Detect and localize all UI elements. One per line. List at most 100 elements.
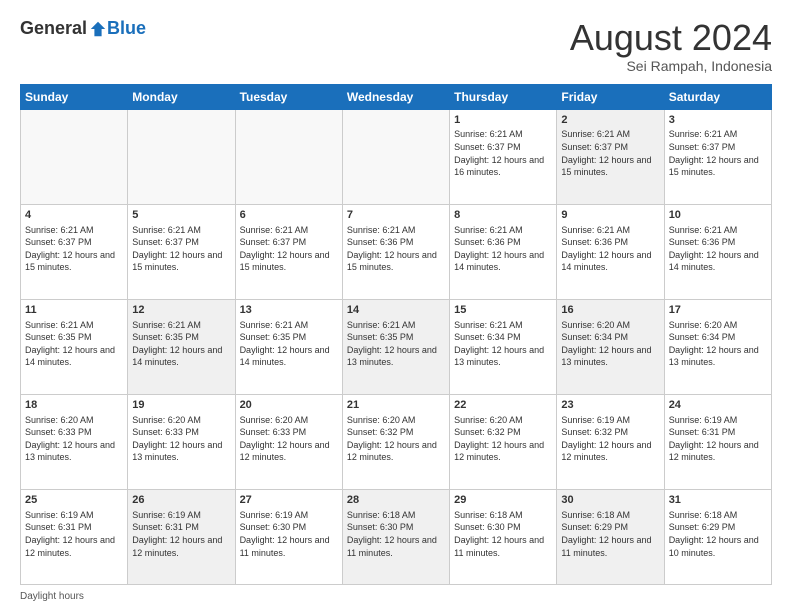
day-info: Sunrise: 6:19 AM Sunset: 6:31 PM Dayligh… [132, 509, 230, 559]
day-info: Sunrise: 6:21 AM Sunset: 6:36 PM Dayligh… [561, 224, 659, 274]
day-number: 27 [240, 493, 338, 508]
day-info: Sunrise: 6:19 AM Sunset: 6:31 PM Dayligh… [25, 509, 123, 559]
calendar-cell [342, 109, 449, 204]
calendar-cell: 1Sunrise: 6:21 AM Sunset: 6:37 PM Daylig… [450, 109, 557, 204]
day-number: 12 [132, 303, 230, 318]
calendar-cell: 7Sunrise: 6:21 AM Sunset: 6:36 PM Daylig… [342, 204, 449, 299]
day-number: 15 [454, 303, 552, 318]
day-number: 29 [454, 493, 552, 508]
calendar-cell: 8Sunrise: 6:21 AM Sunset: 6:36 PM Daylig… [450, 204, 557, 299]
day-info: Sunrise: 6:21 AM Sunset: 6:36 PM Dayligh… [347, 224, 445, 274]
day-info: Sunrise: 6:18 AM Sunset: 6:30 PM Dayligh… [454, 509, 552, 559]
calendar-day-header: Friday [557, 84, 664, 109]
day-info: Sunrise: 6:20 AM Sunset: 6:32 PM Dayligh… [454, 414, 552, 464]
calendar-cell: 12Sunrise: 6:21 AM Sunset: 6:35 PM Dayli… [128, 299, 235, 394]
day-info: Sunrise: 6:20 AM Sunset: 6:34 PM Dayligh… [561, 319, 659, 369]
day-number: 16 [561, 303, 659, 318]
calendar-cell: 18Sunrise: 6:20 AM Sunset: 6:33 PM Dayli… [21, 394, 128, 489]
day-info: Sunrise: 6:19 AM Sunset: 6:31 PM Dayligh… [669, 414, 767, 464]
title-block: August 2024 Sei Rampah, Indonesia [570, 18, 772, 74]
day-info: Sunrise: 6:20 AM Sunset: 6:33 PM Dayligh… [240, 414, 338, 464]
logo: General Blue [20, 18, 146, 39]
calendar-cell [21, 109, 128, 204]
day-info: Sunrise: 6:20 AM Sunset: 6:32 PM Dayligh… [347, 414, 445, 464]
day-number: 4 [25, 208, 123, 223]
calendar-cell: 27Sunrise: 6:19 AM Sunset: 6:30 PM Dayli… [235, 489, 342, 584]
day-info: Sunrise: 6:21 AM Sunset: 6:34 PM Dayligh… [454, 319, 552, 369]
day-number: 13 [240, 303, 338, 318]
calendar-cell: 10Sunrise: 6:21 AM Sunset: 6:36 PM Dayli… [664, 204, 771, 299]
calendar-week-row: 11Sunrise: 6:21 AM Sunset: 6:35 PM Dayli… [21, 299, 772, 394]
day-info: Sunrise: 6:21 AM Sunset: 6:35 PM Dayligh… [347, 319, 445, 369]
logo-icon [89, 20, 107, 38]
calendar-day-header: Wednesday [342, 84, 449, 109]
day-number: 5 [132, 208, 230, 223]
calendar-cell: 24Sunrise: 6:19 AM Sunset: 6:31 PM Dayli… [664, 394, 771, 489]
day-number: 11 [25, 303, 123, 318]
logo-blue-text: Blue [107, 18, 146, 39]
day-info: Sunrise: 6:18 AM Sunset: 6:29 PM Dayligh… [561, 509, 659, 559]
day-info: Sunrise: 6:18 AM Sunset: 6:30 PM Dayligh… [347, 509, 445, 559]
calendar-cell: 4Sunrise: 6:21 AM Sunset: 6:37 PM Daylig… [21, 204, 128, 299]
calendar-week-row: 25Sunrise: 6:19 AM Sunset: 6:31 PM Dayli… [21, 489, 772, 584]
calendar-header-row: SundayMondayTuesdayWednesdayThursdayFrid… [21, 84, 772, 109]
day-number: 19 [132, 398, 230, 413]
day-info: Sunrise: 6:21 AM Sunset: 6:37 PM Dayligh… [561, 128, 659, 178]
calendar-week-row: 18Sunrise: 6:20 AM Sunset: 6:33 PM Dayli… [21, 394, 772, 489]
calendar-cell: 11Sunrise: 6:21 AM Sunset: 6:35 PM Dayli… [21, 299, 128, 394]
calendar-cell: 28Sunrise: 6:18 AM Sunset: 6:30 PM Dayli… [342, 489, 449, 584]
day-number: 10 [669, 208, 767, 223]
day-info: Sunrise: 6:21 AM Sunset: 6:35 PM Dayligh… [25, 319, 123, 369]
calendar-cell: 22Sunrise: 6:20 AM Sunset: 6:32 PM Dayli… [450, 394, 557, 489]
calendar-cell: 23Sunrise: 6:19 AM Sunset: 6:32 PM Dayli… [557, 394, 664, 489]
day-number: 23 [561, 398, 659, 413]
calendar-cell: 9Sunrise: 6:21 AM Sunset: 6:36 PM Daylig… [557, 204, 664, 299]
day-info: Sunrise: 6:18 AM Sunset: 6:29 PM Dayligh… [669, 509, 767, 559]
calendar-cell: 6Sunrise: 6:21 AM Sunset: 6:37 PM Daylig… [235, 204, 342, 299]
day-number: 20 [240, 398, 338, 413]
calendar-cell: 13Sunrise: 6:21 AM Sunset: 6:35 PM Dayli… [235, 299, 342, 394]
day-number: 25 [25, 493, 123, 508]
day-number: 2 [561, 113, 659, 128]
day-info: Sunrise: 6:21 AM Sunset: 6:36 PM Dayligh… [669, 224, 767, 274]
footer: Daylight hours [20, 591, 772, 602]
calendar-cell: 20Sunrise: 6:20 AM Sunset: 6:33 PM Dayli… [235, 394, 342, 489]
calendar-week-row: 4Sunrise: 6:21 AM Sunset: 6:37 PM Daylig… [21, 204, 772, 299]
day-info: Sunrise: 6:19 AM Sunset: 6:32 PM Dayligh… [561, 414, 659, 464]
calendar-day-header: Saturday [664, 84, 771, 109]
day-number: 1 [454, 113, 552, 128]
calendar-cell: 29Sunrise: 6:18 AM Sunset: 6:30 PM Dayli… [450, 489, 557, 584]
calendar-cell: 15Sunrise: 6:21 AM Sunset: 6:34 PM Dayli… [450, 299, 557, 394]
calendar-cell: 16Sunrise: 6:20 AM Sunset: 6:34 PM Dayli… [557, 299, 664, 394]
day-info: Sunrise: 6:20 AM Sunset: 6:34 PM Dayligh… [669, 319, 767, 369]
day-number: 18 [25, 398, 123, 413]
calendar-week-row: 1 Sunrise: 6:21 AM Sunset: 6:37 PM Daylig… [21, 109, 772, 204]
calendar-cell: 17Sunrise: 6:20 AM Sunset: 6:34 PM Dayli… [664, 299, 771, 394]
day-number: 3 [669, 113, 767, 128]
calendar-cell: 19Sunrise: 6:20 AM Sunset: 6:33 PM Dayli… [128, 394, 235, 489]
main-title: August 2024 [570, 18, 772, 58]
day-number: 9 [561, 208, 659, 223]
calendar-table: SundayMondayTuesdayWednesdayThursdayFrid… [20, 84, 772, 585]
day-info: Sunrise: 6:20 AM Sunset: 6:33 PM Dayligh… [132, 414, 230, 464]
calendar-cell [235, 109, 342, 204]
calendar-cell: 21Sunrise: 6:20 AM Sunset: 6:32 PM Dayli… [342, 394, 449, 489]
day-info: Sunrise: 6:21 AM Sunset: 6:35 PM Dayligh… [240, 319, 338, 369]
day-info: Sunrise: 6:21 AM Sunset: 6:35 PM Dayligh… [132, 319, 230, 369]
calendar-day-header: Thursday [450, 84, 557, 109]
day-info: Sunrise: 6:20 AM Sunset: 6:33 PM Dayligh… [25, 414, 123, 464]
calendar-cell: 3Sunrise: 6:21 AM Sunset: 6:37 PM Daylig… [664, 109, 771, 204]
day-number: 6 [240, 208, 338, 223]
logo-general-text: General [20, 18, 87, 39]
calendar-cell: 14Sunrise: 6:21 AM Sunset: 6:35 PM Dayli… [342, 299, 449, 394]
calendar-cell: 25Sunrise: 6:19 AM Sunset: 6:31 PM Dayli… [21, 489, 128, 584]
day-number: 28 [347, 493, 445, 508]
calendar-cell: 2Sunrise: 6:21 AM Sunset: 6:37 PM Daylig… [557, 109, 664, 204]
day-info: Sunrise: 6:21 AM Sunset: 6:37 PM Dayligh… [25, 224, 123, 274]
calendar-cell: 31Sunrise: 6:18 AM Sunset: 6:29 PM Dayli… [664, 489, 771, 584]
header: General Blue August 2024 Sei Rampah, Ind… [20, 18, 772, 74]
calendar-day-header: Tuesday [235, 84, 342, 109]
page: General Blue August 2024 Sei Rampah, Ind… [0, 0, 792, 612]
day-number: 24 [669, 398, 767, 413]
day-number: 22 [454, 398, 552, 413]
